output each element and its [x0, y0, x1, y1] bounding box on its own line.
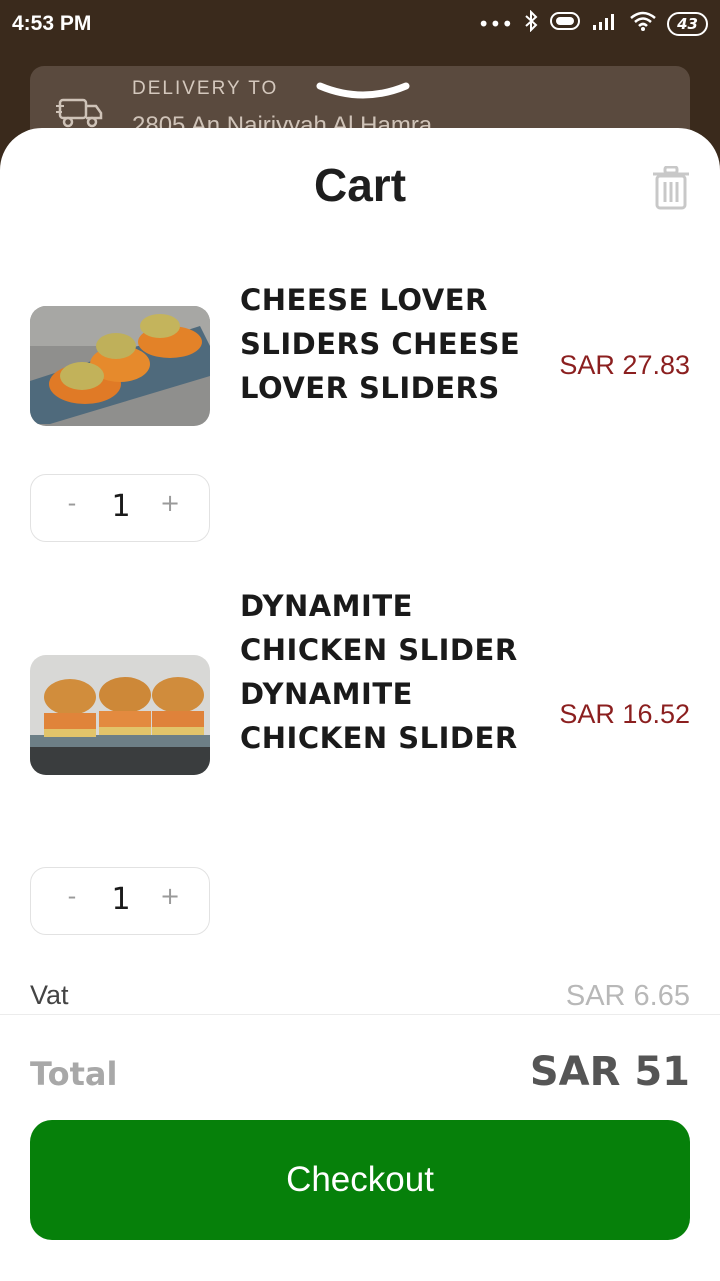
- trash-icon[interactable]: [652, 165, 690, 214]
- quantity-value: 1: [111, 882, 131, 917]
- product-image: [30, 655, 210, 775]
- increase-quantity-button[interactable]: +: [155, 489, 185, 517]
- product-price: SAR 27.83: [559, 350, 690, 380]
- sheet-drag-handle[interactable]: [316, 82, 410, 108]
- status-icons: ••• 43: [477, 9, 708, 37]
- checkout-button[interactable]: Checkout: [30, 1120, 690, 1240]
- vat-value: SAR 6.65: [565, 980, 690, 1012]
- more-dots-icon: •••: [477, 11, 514, 36]
- cart-summary-footer: Total SAR 51 Checkout: [0, 1014, 720, 1281]
- page-title: Cart: [313, 159, 407, 211]
- wifi-icon: [629, 10, 657, 37]
- status-time: 4:53 PM: [12, 12, 92, 35]
- total-value: SAR 51: [529, 1049, 690, 1095]
- product-image: [30, 306, 210, 426]
- status-bar: 4:53 PM ••• 43: [0, 0, 720, 52]
- vibrate-icon: [549, 11, 581, 36]
- vat-label: Vat: [30, 980, 69, 1010]
- bluetooth-icon: [523, 9, 539, 37]
- product-name: CHEESE LOVER SLIDERS CHEESE LOVER SLIDER…: [240, 283, 521, 405]
- product-price: SAR 16.52: [559, 699, 690, 729]
- quantity-value: 1: [111, 489, 131, 524]
- total-label: Total: [30, 1055, 118, 1093]
- decrease-quantity-button[interactable]: -: [57, 489, 87, 517]
- product-name: DYNAMITE CHICKEN SLIDER DYNAMITE CHICKEN…: [240, 589, 518, 755]
- signal-icon: [591, 11, 619, 36]
- decrease-quantity-button[interactable]: -: [57, 882, 87, 910]
- quantity-stepper: - 1 +: [30, 474, 210, 542]
- delivery-label: DELIVERY TO: [132, 78, 279, 99]
- quantity-stepper: - 1 +: [30, 867, 210, 935]
- increase-quantity-button[interactable]: +: [155, 882, 185, 910]
- battery-icon: 43: [667, 11, 708, 36]
